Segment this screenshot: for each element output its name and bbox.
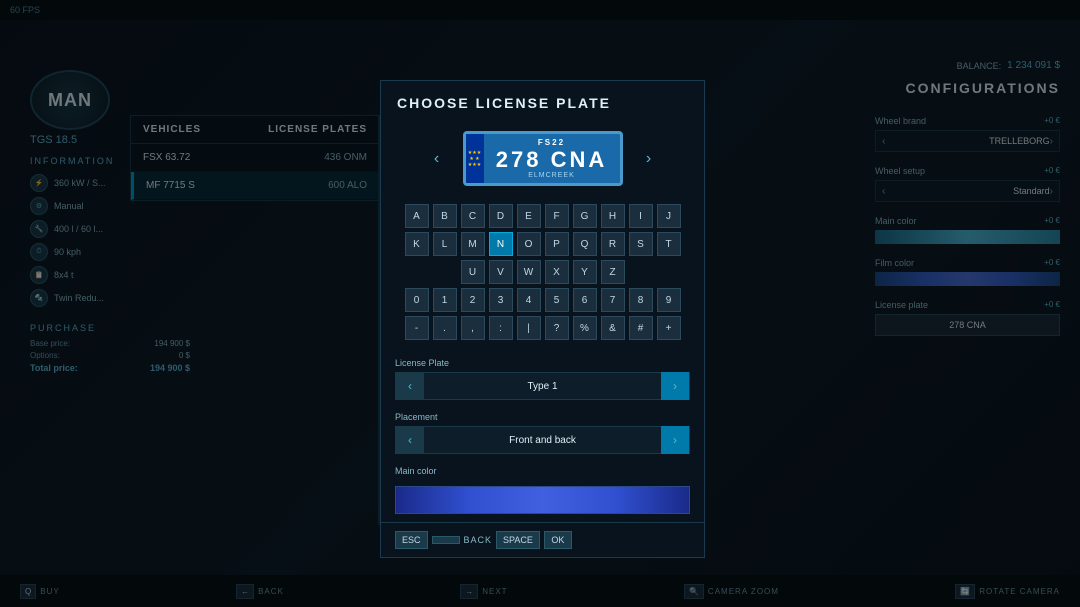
license-plate-type-selector: ‹ Type 1 › bbox=[395, 372, 690, 400]
keyboard-row-1: ABCDEFGHIJ bbox=[393, 204, 692, 228]
plate-top-text: FS22 bbox=[538, 138, 565, 147]
key-7[interactable]: 7 bbox=[601, 288, 625, 312]
license-plate-type-section: License Plate ‹ Type 1 › bbox=[381, 352, 704, 406]
key-T[interactable]: T bbox=[657, 232, 681, 256]
placement-prev-btn[interactable]: ‹ bbox=[396, 426, 424, 454]
key-9[interactable]: 9 bbox=[657, 288, 681, 312]
key-D[interactable]: D bbox=[489, 204, 513, 228]
key-L[interactable]: L bbox=[433, 232, 457, 256]
placement-section: Placement ‹ Front and back › bbox=[381, 406, 704, 460]
key-V[interactable]: V bbox=[489, 260, 513, 284]
license-plate-display: ★★★★ ★★★★ FS22 278 CNA ELMCREEK bbox=[463, 131, 623, 186]
key-0[interactable]: 0 bbox=[405, 288, 429, 312]
key-W[interactable]: W bbox=[517, 260, 541, 284]
keyboard-row-3: UVWXYZ bbox=[393, 260, 692, 284]
keyboard-row-2: KLMNOPQRST bbox=[393, 232, 692, 256]
main-color-section: Main color bbox=[381, 460, 704, 486]
keyboard-row-5: -.,:|?%&#+ bbox=[393, 316, 692, 340]
space-key: SPACE bbox=[496, 531, 540, 549]
main-color-picker[interactable] bbox=[395, 486, 690, 514]
modal-title: CHOOSE LICENSE PLATE bbox=[381, 81, 704, 121]
placement-selector: ‹ Front and back › bbox=[395, 426, 690, 454]
key-5[interactable]: 5 bbox=[545, 288, 569, 312]
key-:[interactable]: : bbox=[489, 316, 513, 340]
key-R[interactable]: R bbox=[601, 232, 625, 256]
back-label: BACK bbox=[464, 535, 493, 545]
key-#[interactable]: # bbox=[629, 316, 653, 340]
key-2[interactable]: 2 bbox=[461, 288, 485, 312]
esc-button[interactable]: ESC bbox=[395, 531, 428, 549]
key-Z[interactable]: Z bbox=[601, 260, 625, 284]
key-Q[interactable]: Q bbox=[573, 232, 597, 256]
key-S[interactable]: S bbox=[629, 232, 653, 256]
key-F[interactable]: F bbox=[545, 204, 569, 228]
plate-eu-stripe: ★★★★ ★★★★ bbox=[466, 134, 484, 183]
key-6[interactable]: 6 bbox=[573, 288, 597, 312]
plate-next-btn[interactable]: › bbox=[639, 150, 659, 168]
plate-type-prev-btn[interactable]: ‹ bbox=[396, 372, 424, 400]
placement-label: Placement bbox=[395, 412, 690, 422]
key-B[interactable]: B bbox=[433, 204, 457, 228]
key-H[interactable]: H bbox=[601, 204, 625, 228]
plate-number: 278 CNA bbox=[496, 149, 607, 171]
placement-next-btn[interactable]: › bbox=[661, 426, 689, 454]
key-&[interactable]: & bbox=[601, 316, 625, 340]
modal-footer: ESC BACK SPACE OK bbox=[381, 522, 704, 557]
key-3[interactable]: 3 bbox=[489, 288, 513, 312]
back-key bbox=[432, 536, 460, 544]
key-C[interactable]: C bbox=[461, 204, 485, 228]
key-,[interactable]: , bbox=[461, 316, 485, 340]
key-N[interactable]: N bbox=[489, 232, 513, 256]
ok-button[interactable]: OK bbox=[544, 531, 572, 549]
key-+[interactable]: + bbox=[657, 316, 681, 340]
key-1[interactable]: 1 bbox=[433, 288, 457, 312]
keyboard-row-4: 0123456789 bbox=[393, 288, 692, 312]
key-?[interactable]: ? bbox=[545, 316, 569, 340]
license-plate-modal: CHOOSE LICENSE PLATE ‹ ★★★★ ★★★★ FS22 27… bbox=[380, 80, 705, 558]
key-P[interactable]: P bbox=[545, 232, 569, 256]
key-4[interactable]: 4 bbox=[517, 288, 541, 312]
key-J[interactable]: J bbox=[657, 204, 681, 228]
key-.[interactable]: . bbox=[433, 316, 457, 340]
esc-key: ESC bbox=[395, 531, 428, 549]
plate-type-next-btn[interactable]: › bbox=[661, 372, 689, 400]
placement-value: Front and back bbox=[424, 435, 661, 446]
plate-bottom-text: ELMCREEK bbox=[528, 172, 575, 179]
back-button[interactable]: BACK bbox=[432, 535, 493, 545]
ok-key: OK bbox=[544, 531, 572, 549]
key-K[interactable]: K bbox=[405, 232, 429, 256]
space-button[interactable]: SPACE bbox=[496, 531, 540, 549]
key-|[interactable]: | bbox=[517, 316, 541, 340]
key-%[interactable]: % bbox=[573, 316, 597, 340]
key-X[interactable]: X bbox=[545, 260, 569, 284]
plate-type-value: Type 1 bbox=[424, 381, 661, 392]
key-O[interactable]: O bbox=[517, 232, 541, 256]
key-A[interactable]: A bbox=[405, 204, 429, 228]
key-I[interactable]: I bbox=[629, 204, 653, 228]
key-G[interactable]: G bbox=[573, 204, 597, 228]
eu-stars: ★★★★ ★★★★ bbox=[468, 150, 481, 168]
key--[interactable]: - bbox=[405, 316, 429, 340]
key-E[interactable]: E bbox=[517, 204, 541, 228]
main-color-label-modal: Main color bbox=[395, 466, 690, 476]
license-plate-type-label: License Plate bbox=[395, 358, 690, 368]
plate-preview-area: ‹ ★★★★ ★★★★ FS22 278 CNA ELMCREEK › bbox=[381, 121, 704, 196]
key-Y[interactable]: Y bbox=[573, 260, 597, 284]
plate-prev-btn[interactable]: ‹ bbox=[427, 150, 447, 168]
key-M[interactable]: M bbox=[461, 232, 485, 256]
keyboard-area: ABCDEFGHIJ KLMNOPQRST UVWXYZ 0123456789 … bbox=[381, 196, 704, 352]
key-8[interactable]: 8 bbox=[629, 288, 653, 312]
key-U[interactable]: U bbox=[461, 260, 485, 284]
